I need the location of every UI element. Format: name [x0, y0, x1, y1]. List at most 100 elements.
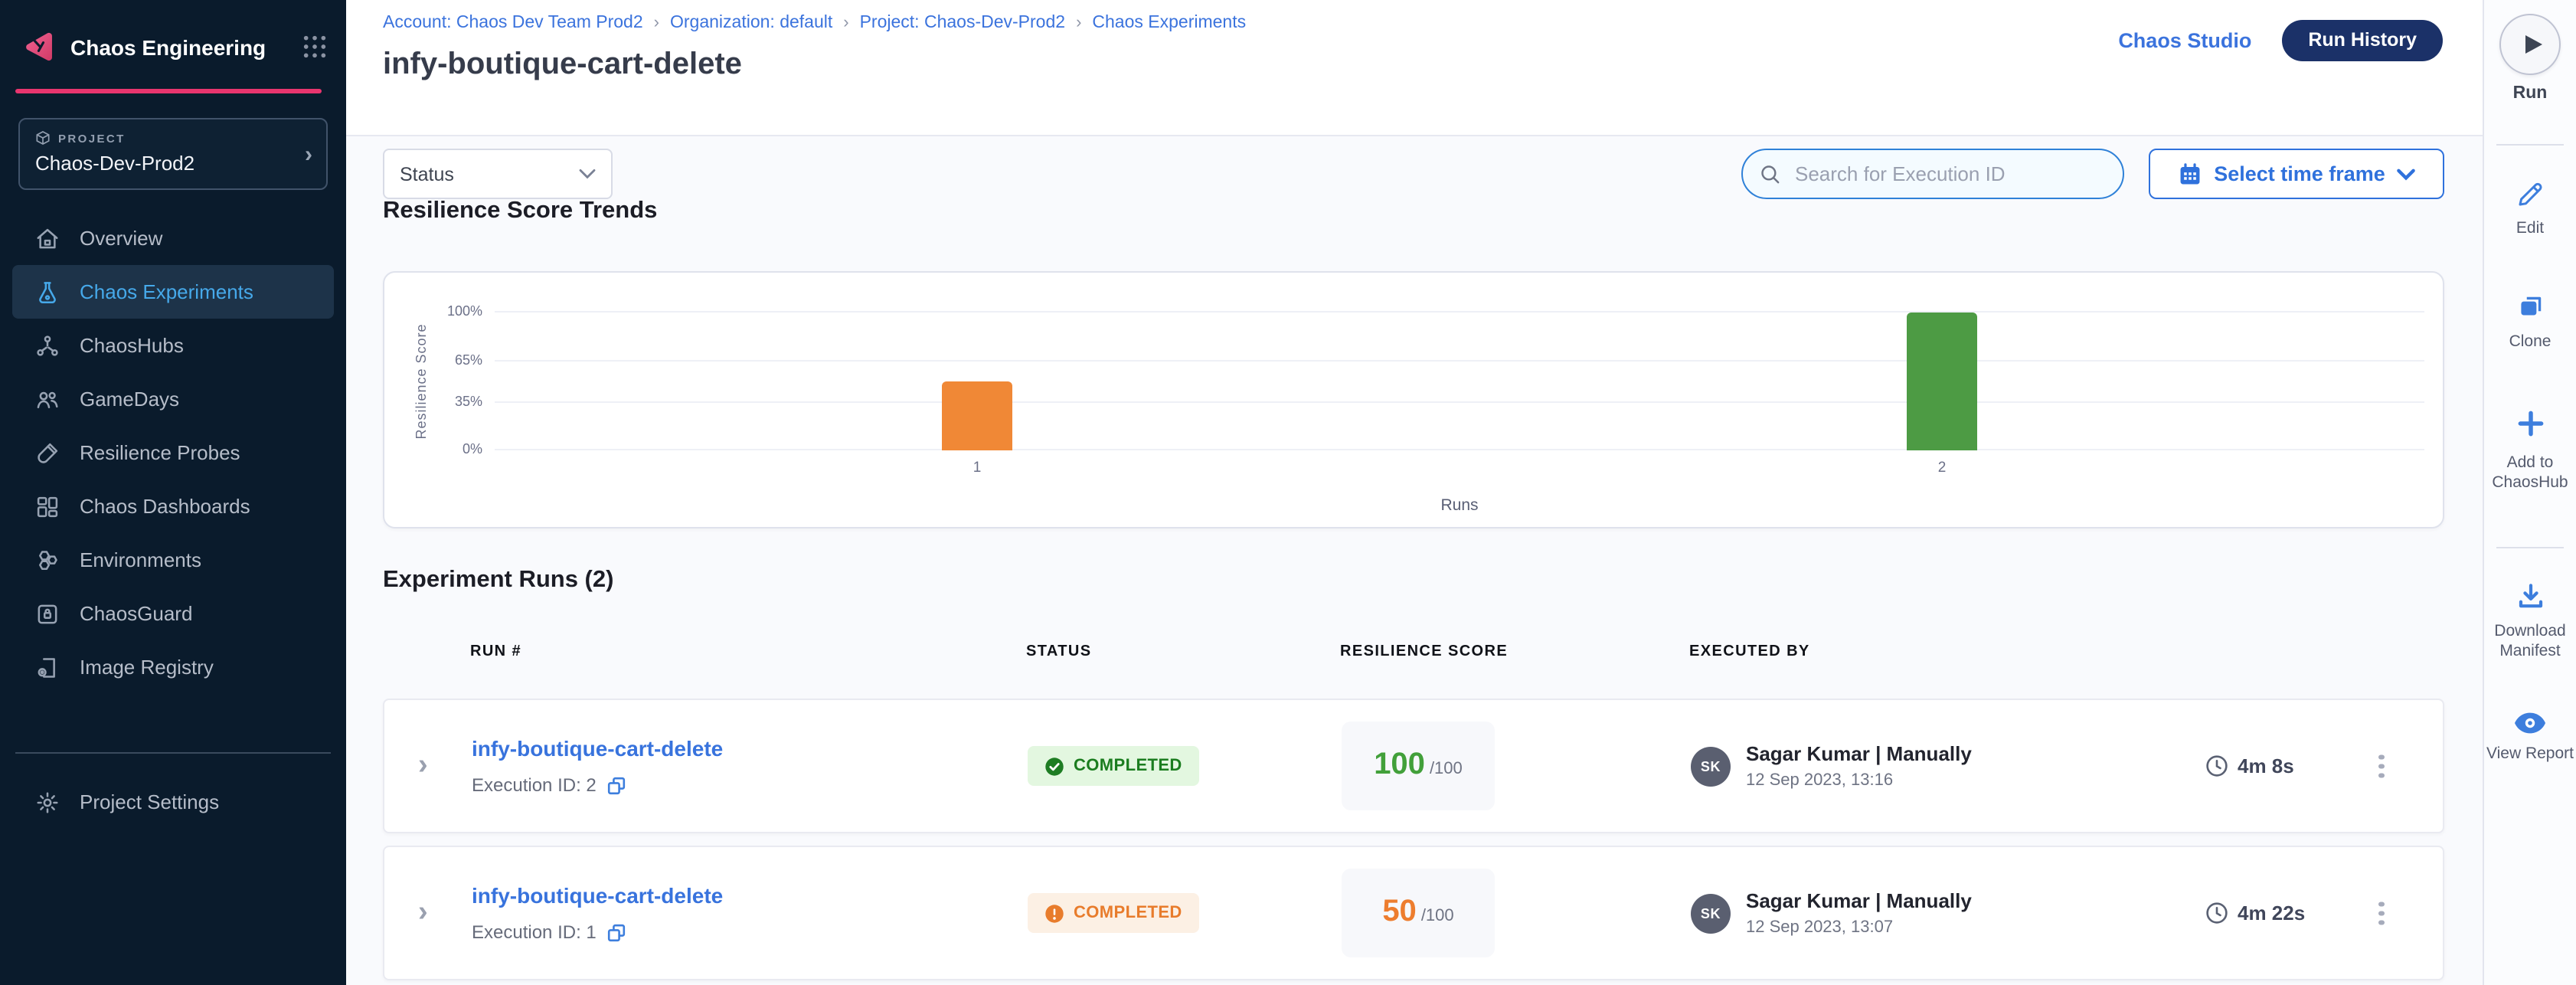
expand-chevron-icon[interactable]: › — [418, 749, 428, 783]
sidebar-item-gamedays[interactable]: GameDays — [12, 372, 334, 426]
add-to-chaoshub-label: Add to ChaosHub — [2484, 453, 2576, 492]
column-header: RESILIENCE SCORE — [1340, 643, 1508, 660]
chart-gridline — [495, 311, 2424, 313]
calendar-icon — [2177, 162, 2202, 186]
sidebar-item-resilience-probes[interactable]: Resilience Probes — [12, 426, 334, 479]
probe-icon — [34, 439, 61, 466]
sidebar-nav-footer: Project Settings — [0, 775, 346, 829]
runs-title: Experiment Runs (2) — [383, 567, 613, 594]
chart-plot: Resilience Score Runs 0% 35% 65% 100% 1 … — [495, 313, 2424, 450]
executed-by: SK Sagar Kumar | Manually 12 Sep 2023, 1… — [1691, 742, 1972, 790]
edit-label: Edit — [2516, 219, 2544, 238]
flask-icon — [34, 278, 61, 306]
x-axis-title: Runs — [1440, 496, 1478, 515]
resilience-score: 50 /100 — [1342, 869, 1495, 957]
kebab-menu-button[interactable] — [2372, 744, 2390, 788]
registry-icon — [34, 653, 61, 681]
avatar: SK — [1691, 746, 1731, 786]
chevron-right-icon: › — [305, 141, 312, 167]
status-filter-dropdown[interactable]: Status — [383, 149, 613, 199]
copy-icon[interactable] — [607, 922, 627, 942]
project-selector[interactable]: PROJECT Chaos-Dev-Prod2 › — [18, 118, 328, 190]
time-frame-button[interactable]: Select time frame — [2149, 149, 2444, 199]
clone-label: Clone — [2509, 332, 2551, 352]
breadcrumb-separator: › — [654, 14, 659, 32]
sidebar-item-chaos-dashboards[interactable]: Chaos Dashboards — [12, 479, 334, 533]
chart-gridline — [495, 449, 2424, 450]
play-icon[interactable] — [2499, 14, 2561, 75]
view-report-button[interactable]: View Report — [2484, 711, 2576, 764]
run-label: Run — [2513, 84, 2548, 103]
run-row[interactable]: › infy-boutique-cart-delete Execution ID… — [383, 846, 2444, 980]
sidebar-item-chaoshubs[interactable]: ChaosHubs — [12, 319, 334, 372]
sidebar-item-chaosguard[interactable]: ChaosGuard — [12, 587, 334, 640]
page-header: Account: Chaos Dev Team Prod2 › Organizati… — [346, 0, 2483, 136]
breadcrumb-link[interactable]: Chaos Experiments — [1092, 14, 1246, 32]
run-row[interactable]: › infy-boutique-cart-delete Execution ID… — [383, 699, 2444, 833]
trends-title: Resilience Score Trends — [383, 198, 657, 225]
environment-icon — [34, 546, 61, 574]
edit-button[interactable]: Edit — [2484, 179, 2576, 238]
search-input[interactable] — [1792, 161, 2106, 187]
column-header: EXECUTED BY — [1689, 643, 1810, 660]
run-history-button[interactable]: Run History — [2282, 20, 2443, 61]
x-axis-tick: 2 — [1938, 460, 1947, 476]
executed-by: SK Sagar Kumar | Manually 12 Sep 2023, 1… — [1691, 889, 1972, 937]
eye-icon — [2513, 711, 2547, 735]
view-report-label: View Report — [2486, 744, 2574, 764]
product-name: Chaos Engineering — [70, 34, 288, 59]
module-grid-icon[interactable] — [302, 34, 328, 60]
plus-icon — [2514, 407, 2546, 440]
run-name-link[interactable]: infy-boutique-cart-delete — [472, 883, 723, 908]
breadcrumb-separator: › — [843, 14, 848, 32]
chaos-studio-link[interactable]: Chaos Studio — [2118, 29, 2251, 52]
breadcrumb-link[interactable]: Project: Chaos-Dev-Prod2 — [860, 14, 1065, 32]
home-icon — [34, 224, 61, 252]
harness-chaos-logo-icon — [18, 28, 57, 66]
search-box — [1741, 149, 2124, 199]
breadcrumb: Account: Chaos Dev Team Prod2 › Organizati… — [383, 14, 1246, 32]
dashboard-icon — [34, 492, 61, 520]
chart-bar[interactable] — [1907, 313, 1977, 450]
y-axis-tick: 65% — [424, 352, 482, 367]
y-axis-tick: 0% — [424, 441, 482, 457]
guard-icon — [34, 600, 61, 627]
main-content: Status Select time frame Resilience — [346, 136, 2483, 985]
clock-icon — [2205, 902, 2228, 924]
execution-id: Execution ID: 1 — [472, 921, 597, 943]
breadcrumb-separator: › — [1076, 14, 1081, 32]
check-circle-icon — [1044, 756, 1064, 776]
chart-gridline — [495, 401, 2424, 402]
rail-divider — [2496, 144, 2564, 146]
breadcrumb-link[interactable]: Organization: default — [670, 14, 832, 32]
sidebar-item-project-settings[interactable]: Project Settings — [12, 775, 334, 829]
cube-icon — [35, 130, 51, 146]
clone-button[interactable]: Clone — [2484, 291, 2576, 352]
left-sidebar: Chaos Engineering PROJECT Chaos-Dev-Prod… — [0, 0, 346, 985]
add-to-chaoshub-button[interactable]: Add to ChaosHub — [2484, 407, 2576, 492]
kebab-menu-button[interactable] — [2372, 892, 2390, 935]
runs-table-header: RUN #STATUSRESILIENCE SCOREEXECUTED BY — [383, 643, 2444, 665]
x-axis-tick: 1 — [973, 460, 982, 476]
clock-icon — [2205, 754, 2228, 777]
copy-icon[interactable] — [607, 775, 627, 795]
run-duration: 4m 22s — [2205, 902, 2305, 924]
expand-chevron-icon[interactable]: › — [418, 896, 428, 930]
chart-bar[interactable] — [942, 381, 1012, 450]
run-button[interactable]: Run — [2484, 14, 2576, 103]
clone-icon — [2514, 291, 2546, 323]
chevron-down-icon — [579, 169, 596, 179]
run-name-link[interactable]: infy-boutique-cart-delete — [472, 736, 723, 761]
sidebar-item-overview[interactable]: Overview — [12, 211, 334, 265]
download-manifest-button[interactable]: Download Manifest — [2484, 581, 2576, 660]
chaos-engineering-app: Chaos Engineering PROJECT Chaos-Dev-Prod… — [0, 0, 2576, 985]
sidebar-item-chaos-experiments[interactable]: Chaos Experiments — [12, 265, 334, 319]
resilience-score: 100 /100 — [1342, 722, 1495, 810]
breadcrumb-link[interactable]: Account: Chaos Dev Team Prod2 — [383, 14, 643, 32]
avatar: SK — [1691, 893, 1731, 933]
project-label: PROJECT — [58, 131, 126, 145]
y-axis-tick: 100% — [424, 303, 482, 319]
status-badge: COMPLETED — [1028, 893, 1199, 933]
sidebar-item-environments[interactable]: Environments — [12, 533, 334, 587]
sidebar-item-image-registry[interactable]: Image Registry — [12, 640, 334, 694]
